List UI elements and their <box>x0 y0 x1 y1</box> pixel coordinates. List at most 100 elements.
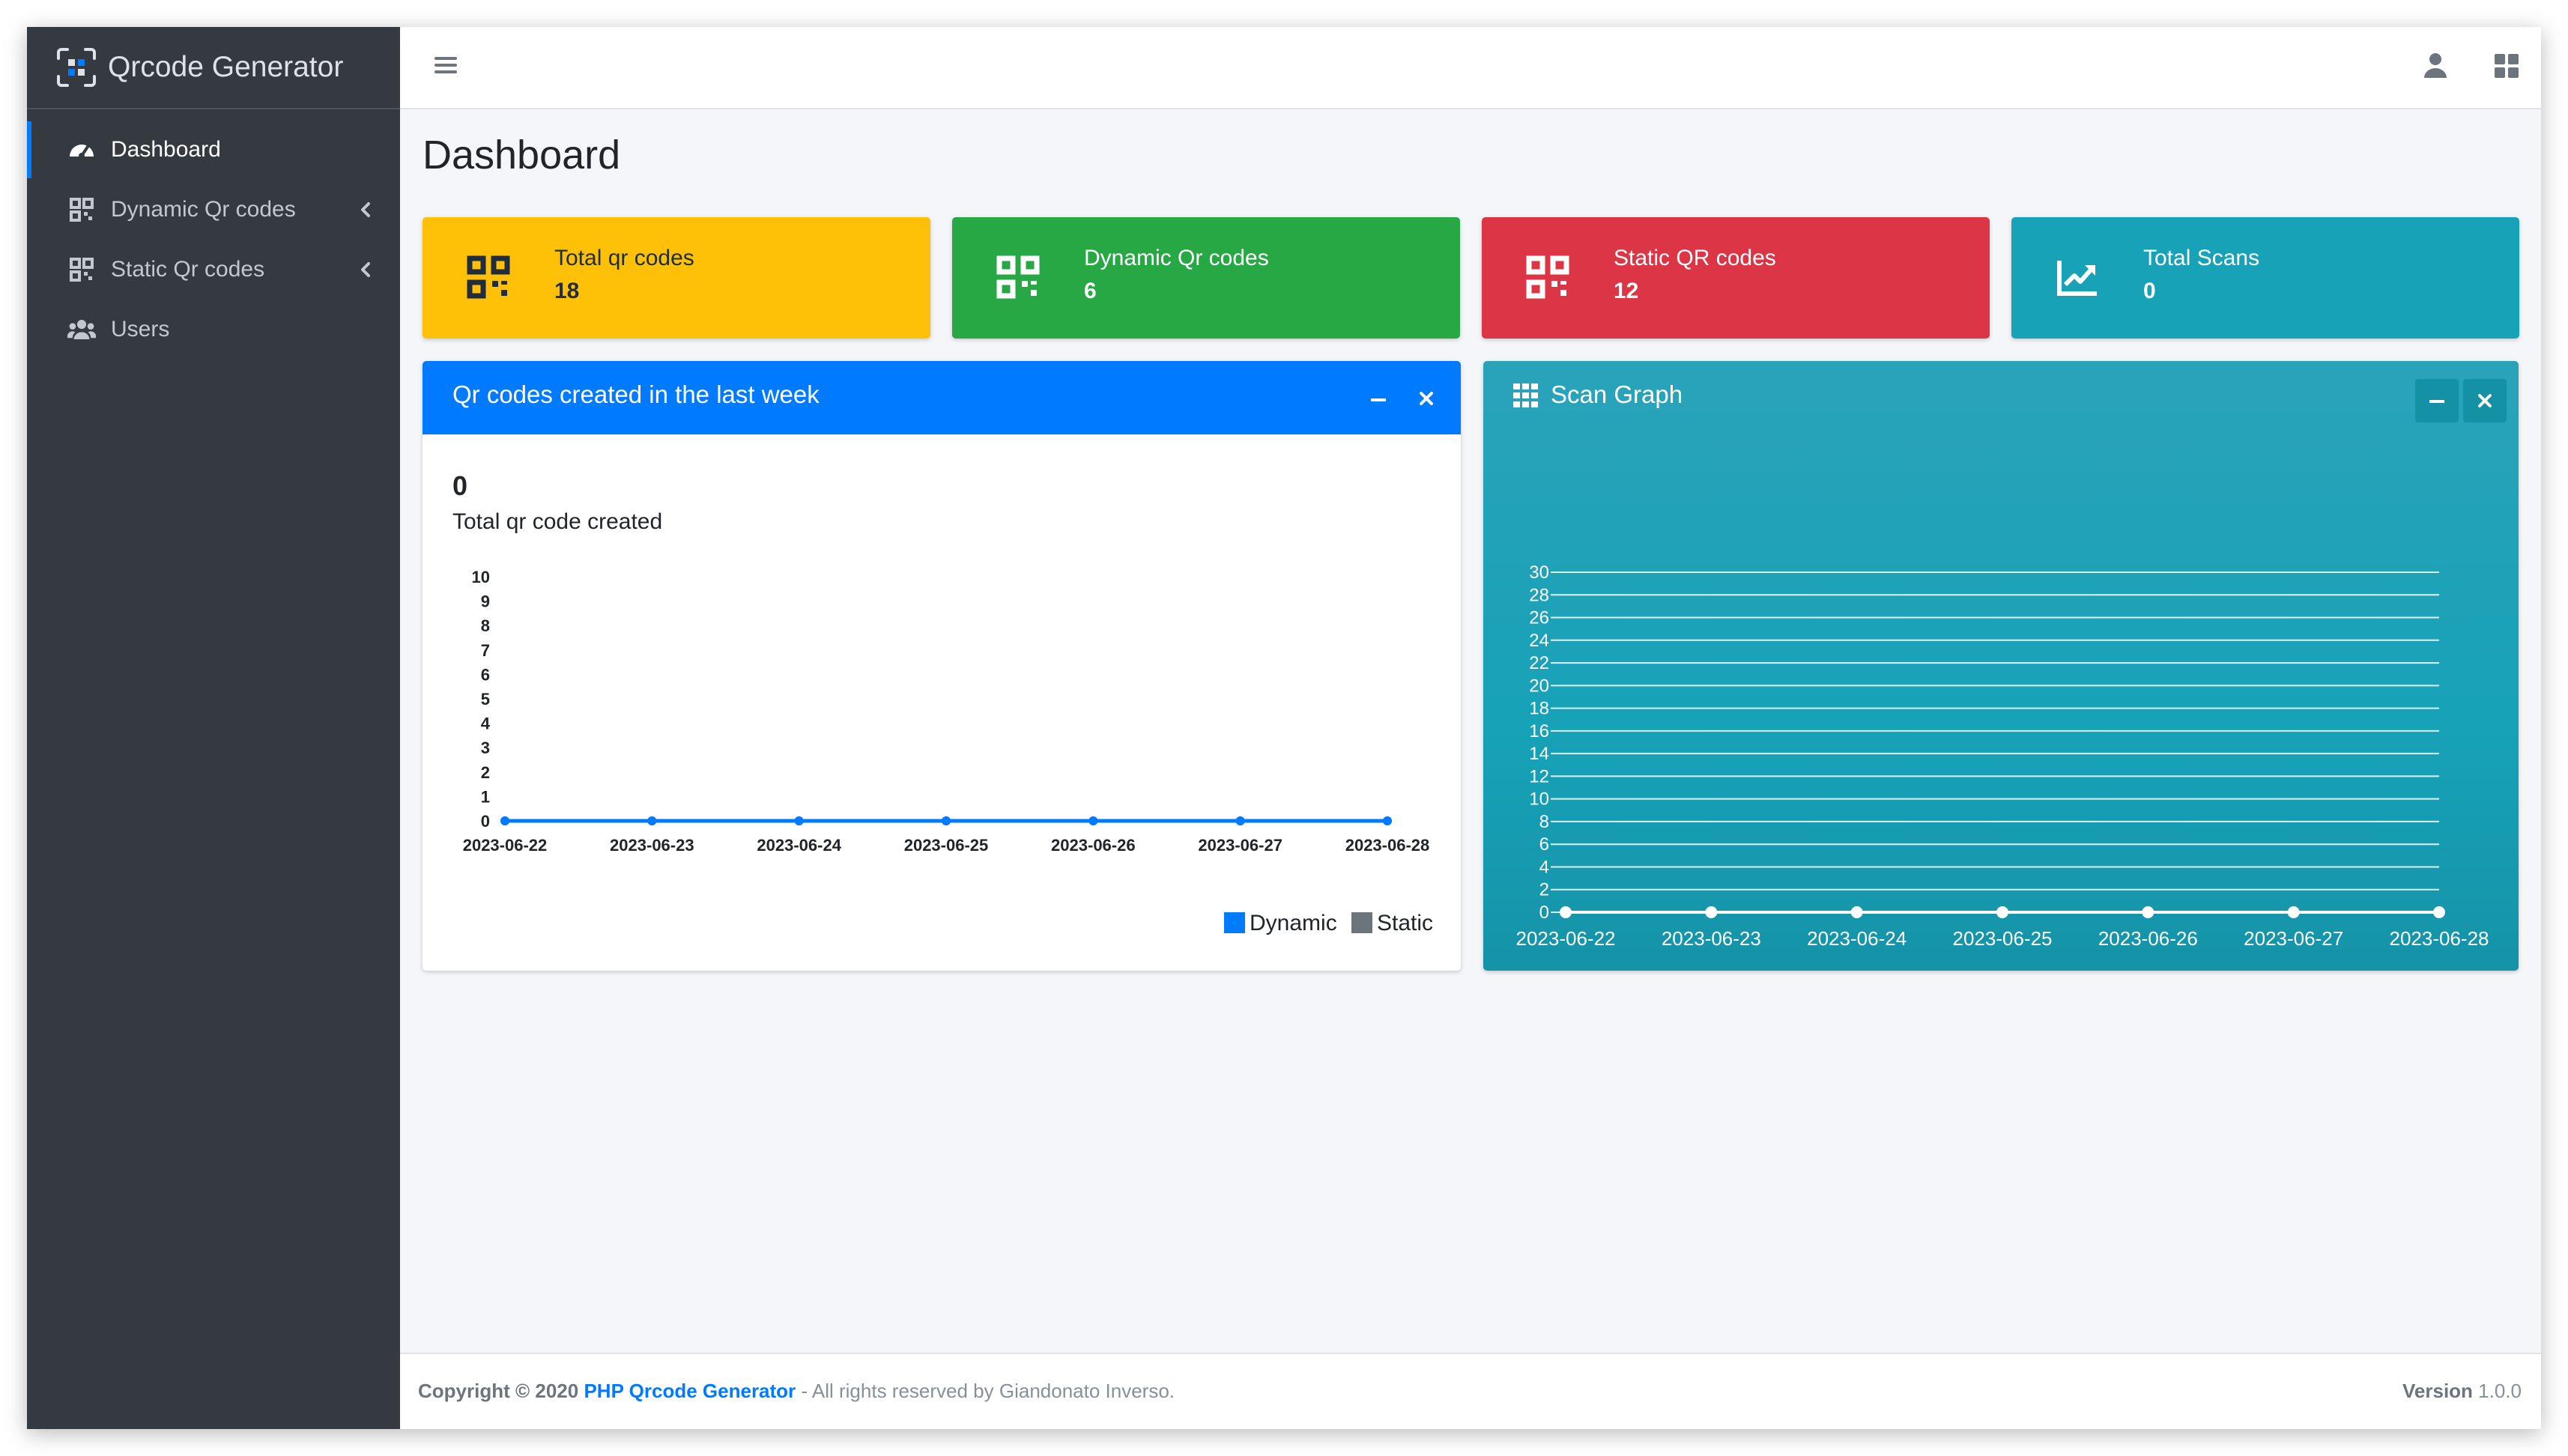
tachometer-icon <box>67 136 96 164</box>
y-tick-label: 3 <box>481 738 490 757</box>
page-title: Dashboard <box>423 133 621 178</box>
sidebar-item-label: Static Qr codes <box>111 257 265 282</box>
data-point <box>1235 816 1245 825</box>
x-tick-label: 2023-06-23 <box>1662 927 1761 950</box>
hamburger-icon[interactable] <box>433 52 458 78</box>
sidebar-item-dashboard[interactable]: Dashboard <box>27 120 400 180</box>
footer: Copyright © 2020 PHP Qrcode Generator - … <box>400 1353 2541 1429</box>
sidebar-item-static-qr-codes[interactable]: Static Qr codes <box>27 240 400 300</box>
user-icon[interactable] <box>2421 51 2450 79</box>
info-box-value: 6 <box>1084 279 1097 303</box>
legend-label: Dynamic <box>1250 911 1337 935</box>
y-tick-label: 4 <box>1539 857 1549 877</box>
data-point <box>2142 906 2154 918</box>
y-tick-label: 14 <box>1529 744 1549 764</box>
data-point <box>1560 906 1572 918</box>
info-box-value: 0 <box>2143 279 2156 303</box>
sidebar-item-users[interactable]: Users <box>27 300 400 360</box>
y-tick-label: 16 <box>1529 721 1549 741</box>
weekly-qr-codes-card: Qr codes created in the last week 0 Tota… <box>423 361 1461 971</box>
qrcode-icon <box>996 255 1040 299</box>
info-box-total-scans: Total Scans 0 <box>2011 217 2519 339</box>
y-tick-label: 9 <box>481 592 490 611</box>
y-tick-label: 4 <box>481 715 491 733</box>
brand-text: Qrcode Generator <box>108 51 344 83</box>
y-tick-label: 8 <box>1539 812 1549 832</box>
info-box-label: Dynamic Qr codes <box>1084 246 1269 270</box>
y-tick-label: 2 <box>1539 880 1549 900</box>
sidebar: Qrcode Generator Dashboard Dynamic Qr co… <box>27 27 400 1429</box>
y-tick-label: 2 <box>481 763 490 782</box>
footer-project-link[interactable]: PHP Qrcode Generator <box>584 1380 796 1402</box>
apps-grid-icon[interactable] <box>2493 52 2520 79</box>
info-box-value: 12 <box>1614 279 1639 303</box>
data-point <box>2287 906 2300 918</box>
data-point <box>1088 816 1098 825</box>
footer-rights: - All rights reserved by Giandonato Inve… <box>801 1380 1175 1402</box>
qr-scan-logo-icon <box>57 48 96 87</box>
x-tick-label: 2023-06-25 <box>904 836 989 855</box>
sidebar-item-dynamic-qr-codes[interactable]: Dynamic Qr codes <box>27 180 400 240</box>
y-tick-label: 0 <box>1539 903 1549 923</box>
sidebar-item-label: Dashboard <box>111 137 221 162</box>
legend-label: Static <box>1377 911 1433 935</box>
info-box-label: Total qr codes <box>554 246 694 270</box>
legend-swatch <box>1224 912 1245 933</box>
x-tick-label: 2023-06-24 <box>757 836 841 855</box>
version-number: 1.0.0 <box>2478 1380 2522 1402</box>
scan-graph-card: Scan Graph 0 2 4 6 8 10 12 14 16 18 20 22 24 26 28 30 20… <box>1483 361 2519 971</box>
y-tick-label: 7 <box>481 641 490 660</box>
footer-copyright: Copyright © 2020 PHP Qrcode Generator - … <box>418 1380 1175 1403</box>
x-tick-label: 2023-06-28 <box>1345 836 1430 855</box>
y-tick-label: 8 <box>481 616 490 635</box>
data-point <box>2433 906 2445 918</box>
data-point <box>500 816 509 825</box>
y-tick-label: 26 <box>1529 608 1549 628</box>
x-tick-label: 2023-06-26 <box>1051 836 1136 855</box>
sidebar-item-label: Users <box>111 317 170 342</box>
x-tick-label: 2023-06-22 <box>1516 927 1616 950</box>
qrcode-icon <box>1526 255 1569 299</box>
data-point <box>1996 906 2008 918</box>
version-label: Version <box>2402 1380 2473 1402</box>
sidebar-nav: Dashboard Dynamic Qr codes Static Qr cod… <box>27 120 400 360</box>
x-tick-label: 2023-06-27 <box>2244 927 2343 950</box>
data-point <box>942 816 951 825</box>
app-window: Qrcode Generator Dashboard Dynamic Qr co… <box>27 27 2541 1429</box>
y-tick-label: 18 <box>1529 699 1549 719</box>
y-tick-label: 6 <box>481 665 490 684</box>
qrcode-icon <box>67 195 96 224</box>
x-tick-label: 2023-06-26 <box>2098 927 2198 950</box>
qrcode-icon <box>467 255 510 299</box>
scan-line-chart: 0246810121416182022242628302023-06-22 202… <box>1516 562 2489 950</box>
users-icon <box>67 315 96 344</box>
chart-line-icon <box>2057 261 2097 296</box>
y-tick-label: 6 <box>1539 834 1549 855</box>
chevron-left-icon[interactable] <box>354 198 378 222</box>
x-tick-label: 2023-06-22 <box>463 836 548 855</box>
data-point <box>794 816 804 825</box>
y-tick-label: 1 <box>481 787 490 806</box>
data-point <box>1850 906 1863 918</box>
y-tick-label: 24 <box>1529 631 1549 651</box>
y-tick-label: 22 <box>1529 653 1549 673</box>
data-point <box>647 816 657 825</box>
y-tick-label: 10 <box>472 568 490 586</box>
y-tick-label: 30 <box>1529 562 1549 583</box>
data-point <box>1705 906 1718 918</box>
brand[interactable]: Qrcode Generator <box>27 27 400 109</box>
y-tick-label: 20 <box>1529 676 1549 696</box>
x-tick-label: 2023-06-28 <box>2390 927 2489 950</box>
info-box-dynamic-qr-codes: Dynamic Qr codes 6 <box>952 217 1460 339</box>
y-tick-label: 12 <box>1529 766 1549 786</box>
info-box-total-qr-codes: Total qr codes 18 <box>423 217 930 339</box>
footer-version: Version 1.0.0 <box>2402 1380 2522 1403</box>
x-tick-label: 2023-06-25 <box>1953 927 2053 950</box>
y-tick-label: 28 <box>1529 585 1549 605</box>
data-point <box>1383 816 1392 825</box>
chevron-left-icon[interactable] <box>354 258 378 282</box>
main-content: Dashboard Total qr codes 18 Dynamic Qr c… <box>400 109 2541 1353</box>
y-tick-label: 10 <box>1529 789 1549 810</box>
legend-swatch <box>1351 912 1372 933</box>
copyright-text: Copyright © 2020 <box>418 1380 579 1402</box>
